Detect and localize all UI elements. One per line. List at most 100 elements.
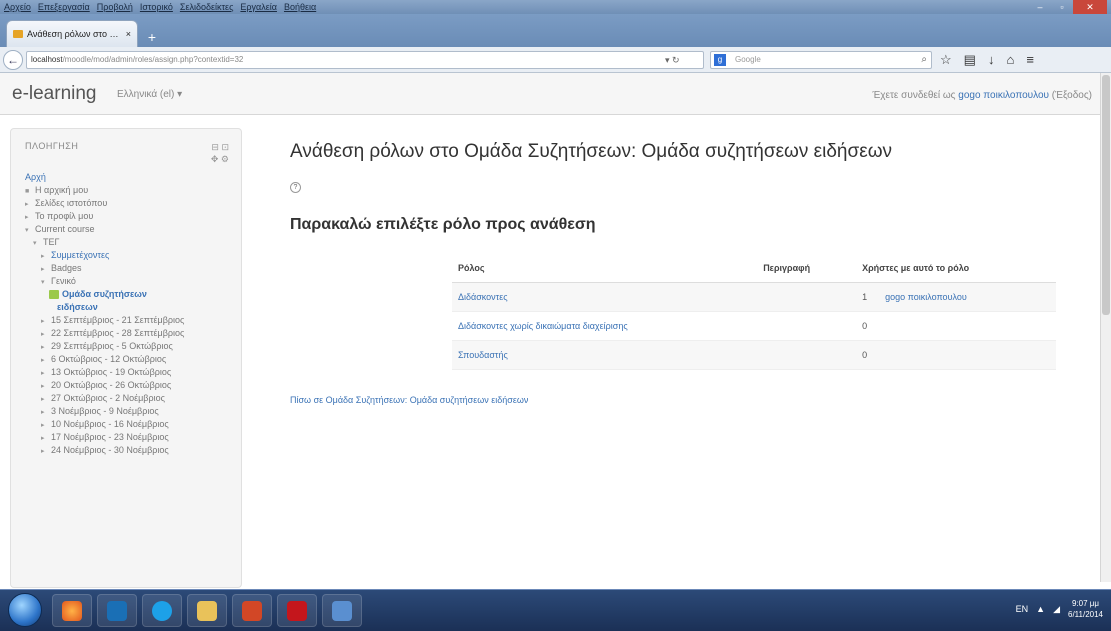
nav-tree-item[interactable]: ▾ Current course <box>25 223 240 236</box>
browser-tab-active[interactable]: Ανάθεση ρόλων στο Ομάδα... × <box>6 20 138 47</box>
skype-taskbar-button[interactable] <box>142 594 182 627</box>
nav-tree-item[interactable]: ▸ 29 Σεπτέμβριος - 5 Οκτώβριος <box>25 340 240 353</box>
nav-tree-item[interactable]: ▸ 10 Νοέμβριος - 16 Νοέμβριος <box>25 418 240 431</box>
settings-icon[interactable]: ⚙ <box>221 154 229 164</box>
network-icon[interactable]: ▲ <box>1036 604 1045 614</box>
new-tab-button[interactable]: + <box>143 28 161 46</box>
minimize-button[interactable]: – <box>1029 0 1051 14</box>
firefox-taskbar-button[interactable] <box>52 594 92 627</box>
menu-item[interactable]: Επεξεργασία <box>38 2 90 12</box>
nav-tree-item[interactable]: ▸ Συμμετέχοντες <box>25 249 240 262</box>
close-window-button[interactable]: ✕ <box>1073 0 1107 14</box>
nav-tree-item[interactable]: ▸ 27 Οκτώβριος - 2 Νοέμβριος <box>25 392 240 405</box>
nav-tree-item[interactable]: ▾ ΤΕΓ <box>25 236 240 249</box>
user-count: 0 <box>862 349 868 360</box>
dock-icon[interactable]: ⊟ <box>211 142 219 152</box>
nav-tree-item[interactable]: ▸ Το προφίλ μου <box>25 210 240 223</box>
collapse-icon[interactable]: ⊡ <box>221 142 229 152</box>
search-input[interactable]: g Google ⌕ <box>710 51 932 69</box>
nav-tree-item[interactable]: ▾ Γενικό <box>25 275 240 288</box>
logout-link[interactable]: (Έξοδος) <box>1049 90 1092 101</box>
nav-tree-item[interactable]: ■ Η αρχική μου <box>25 184 240 197</box>
nav-tree-item[interactable]: ▸ 22 Σεπτέμβριος - 28 Σεπτέμβριος <box>25 327 240 340</box>
back-to-forum-link[interactable]: Πίσω σε Ομάδα Συζητήσεων: Ομάδα συζητήσε… <box>290 395 528 405</box>
reload-icon[interactable]: ▾ ↻ <box>665 51 680 69</box>
media-player-taskbar-button[interactable] <box>97 594 137 627</box>
description-cell <box>757 282 857 312</box>
nav-tree-item[interactable]: ▸ 24 Νοέμβριος - 30 Νοέμβριος <box>25 444 240 457</box>
tab-close-icon[interactable]: × <box>126 29 131 39</box>
bookmark-star-icon[interactable]: ☆ <box>940 50 952 70</box>
nav-tree-label: 10 Νοέμβριος - 16 Νοέμβριος <box>51 419 169 429</box>
help-icon[interactable]: ? <box>290 182 301 193</box>
powerpoint-taskbar-button[interactable] <box>232 594 272 627</box>
nav-tree-item[interactable]: ▸ 15 Σεπτέμβριος - 21 Σεπτέμβριος <box>25 314 240 327</box>
volume-icon[interactable]: ◢ <box>1053 604 1060 615</box>
menu-item[interactable]: Βοήθεια <box>284 2 316 12</box>
nav-tree-label: 15 Σεπτέμβριος - 21 Σεπτέμβριος <box>51 315 185 325</box>
nav-tree-item[interactable]: ▸ 20 Οκτώβριος - 26 Οκτώβριος <box>25 379 240 392</box>
nav-tree-item[interactable]: ▸ Σελίδες ιστοτόπου <box>25 197 240 210</box>
language-indicator[interactable]: EN <box>1016 604 1029 614</box>
menu-icon[interactable]: ≡ <box>1026 50 1034 70</box>
remote-desktop-taskbar-button[interactable] <box>322 594 362 627</box>
description-cell <box>757 311 857 341</box>
library-icon[interactable]: ▤ <box>964 50 976 70</box>
nav-tree-label: Το προφίλ μου <box>35 211 94 221</box>
move-icon[interactable]: ✥ <box>211 154 219 164</box>
header-description: Περιγραφή <box>757 254 857 283</box>
start-button[interactable] <box>8 593 42 627</box>
assigned-user-link[interactable]: gogo ποικιλοπουλου <box>885 292 967 302</box>
menu-item[interactable]: Εργαλεία <box>240 2 277 12</box>
file-explorer-taskbar-button[interactable] <box>187 594 227 627</box>
page-scrollbar[interactable] <box>1100 73 1111 582</box>
maximize-button[interactable]: ▫ <box>1051 0 1073 14</box>
clock[interactable]: 9:07 μμ 6/11/2014 <box>1068 598 1103 620</box>
table-row: Σπουδαστής 0 <box>452 340 1056 370</box>
nav-tree-item[interactable]: ▸ 13 Οκτώβριος - 19 Οκτώβριος <box>25 366 240 379</box>
menu-item[interactable]: Ιστορικό <box>140 2 173 12</box>
menu-item[interactable]: Προβολή <box>97 2 133 12</box>
nav-tree-item[interactable]: ειδήσεων <box>25 301 240 314</box>
user-profile-link[interactable]: gogo ποικιλοπουλου <box>958 90 1049 101</box>
role-link[interactable]: Διδάσκοντες <box>458 292 508 302</box>
scrollbar-thumb[interactable] <box>1102 75 1110 315</box>
google-icon: g <box>714 54 726 66</box>
nav-tree-item[interactable]: Ομάδα συζητήσεων <box>25 288 240 301</box>
downloads-icon[interactable]: ↓ <box>988 50 995 70</box>
acrobat-taskbar-button[interactable] <box>277 594 317 627</box>
forum-icon <box>49 290 59 300</box>
search-icon[interactable]: ⌕ <box>921 52 927 68</box>
login-info: Έχετε συνδεθεί ως gogo ποικιλοπουλου (Έξ… <box>872 90 1092 101</box>
nav-tree-label: 17 Νοέμβριος - 23 Νοέμβριος <box>51 432 169 442</box>
nav-tree-label: 27 Οκτώβριος - 2 Νοέμβριος <box>51 393 165 403</box>
home-icon[interactable]: ⌂ <box>1006 50 1014 70</box>
url-host: localhost <box>31 55 63 64</box>
nav-tree-item[interactable]: ▸ Badges <box>25 262 240 275</box>
nav-tree-label: Ομάδα συζητήσεων <box>62 289 147 299</box>
menu-item[interactable]: Αρχείο <box>4 2 31 12</box>
role-link[interactable]: Διδάσκοντες χωρίς δικαιώματα διαχείρισης <box>458 321 628 331</box>
site-brand[interactable]: e-learning <box>12 83 97 105</box>
nav-tree-item[interactable]: ▸ 3 Νοέμβριος - 9 Νοέμβριος <box>25 405 240 418</box>
clock-time: 9:07 μμ <box>1071 599 1099 608</box>
moodle-favicon-icon <box>13 30 23 38</box>
nav-tree-item[interactable]: Αρχή <box>25 171 240 184</box>
nav-tree-item[interactable]: ▸ 6 Οκτώβριος - 12 Οκτώβριος <box>25 353 240 366</box>
navigation-block: ΠΛΟΗΓΗΣΗ ⊟ ⊡ ✥ ⚙ Αρχή ■ Η αρχική μου ▸ Σελίδ… <box>10 128 242 588</box>
language-menu[interactable]: Ελληνικά (el) ▾ <box>117 89 182 100</box>
search-placeholder: Google <box>735 55 761 64</box>
users-cell: 0 <box>856 311 1056 341</box>
nav-tree-label: 6 Οκτώβριος - 12 Οκτώβριος <box>51 354 167 364</box>
nav-tree-item[interactable]: ▸ 17 Νοέμβριος - 23 Νοέμβριος <box>25 431 240 444</box>
nav-tree-label: 24 Νοέμβριος - 30 Νοέμβριος <box>51 445 169 455</box>
nav-tree-label: 20 Οκτώβριος - 26 Οκτώβριος <box>51 380 172 390</box>
users-cell: 1 gogo ποικιλοπουλου <box>856 282 1056 312</box>
menu-item[interactable]: Σελιδοδείκτες <box>180 2 234 12</box>
role-link[interactable]: Σπουδαστής <box>458 350 508 360</box>
back-button[interactable]: ← <box>3 50 23 70</box>
collapsed-arrow-icon[interactable]: ▸ <box>41 445 51 458</box>
header-users: Χρήστες με αυτό το ρόλο <box>856 254 1056 283</box>
address-bar[interactable]: localhost/moodle/mod/admin/roles/assign.… <box>26 51 704 69</box>
tab-strip: Ανάθεση ρόλων στο Ομάδα... × + <box>0 14 1111 47</box>
